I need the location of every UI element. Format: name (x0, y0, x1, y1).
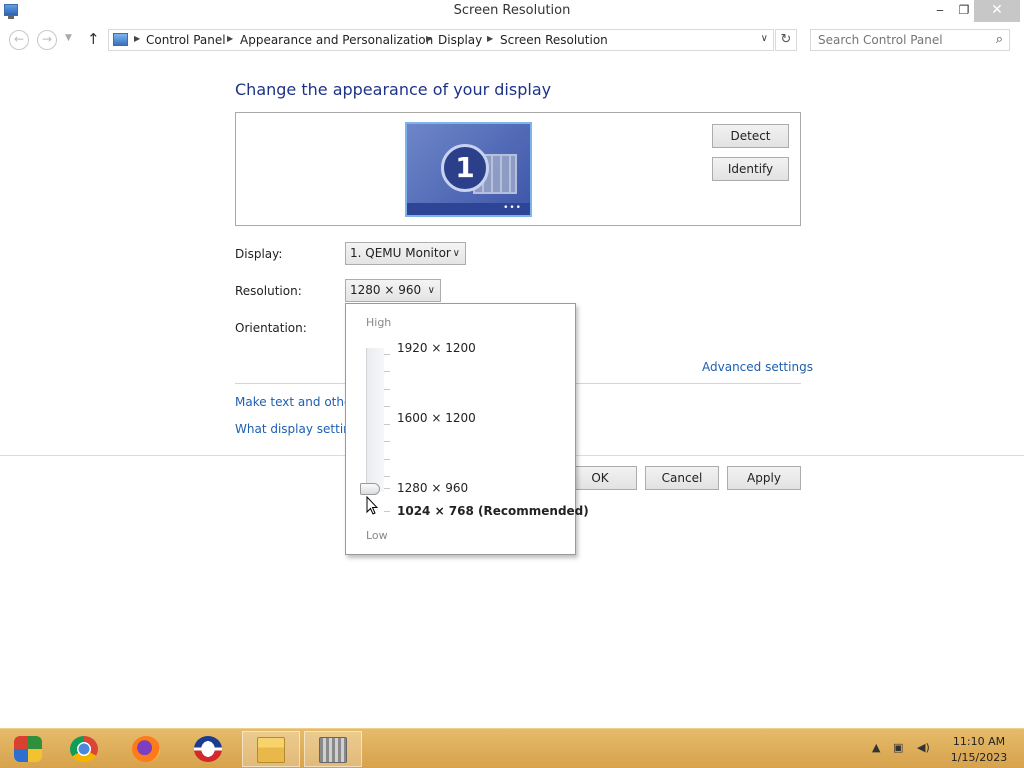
window-title: Screen Resolution (453, 3, 571, 18)
chevron-down-icon: ∨ (452, 248, 460, 259)
slider-tick (384, 354, 390, 355)
resolution-slider-thumb[interactable] (360, 483, 380, 495)
resolution-slider-track[interactable] (366, 348, 384, 492)
forward-button[interactable]: → (37, 30, 57, 50)
mouse-cursor-icon (366, 496, 378, 515)
taskbar-chrome[interactable] (56, 731, 114, 767)
chevron-down-icon: ∨ (427, 285, 435, 296)
clock[interactable]: 11:10 AM 1/15/2023 (944, 734, 1014, 766)
resolution-option[interactable]: 1600 × 1200 (397, 411, 476, 425)
breadcrumb-display[interactable]: Display (438, 33, 482, 47)
detect-button[interactable]: Detect (712, 124, 789, 148)
breadcrumb-screen-resolution[interactable]: Screen Resolution (500, 33, 608, 47)
refresh-button[interactable]: ↻ (775, 29, 797, 51)
display-settings-link[interactable]: What display settin (235, 422, 345, 436)
search-icon[interactable]: ⌕ (996, 32, 1003, 47)
search-box[interactable]: ⌕ (810, 29, 1010, 51)
slider-tick (384, 389, 390, 390)
address-bar[interactable]: ▶ Control Panel ▶ Appearance and Persona… (108, 29, 774, 51)
display-select[interactable]: 1. QEMU Monitor ∨ (345, 242, 466, 265)
taskbar-control-panel[interactable] (304, 731, 362, 767)
breadcrumb-appearance[interactable]: Appearance and Personalization (240, 33, 433, 47)
slider-tick (384, 459, 390, 460)
chevron-right-icon[interactable]: ▶ (227, 34, 233, 43)
recent-locations-icon[interactable]: ▼ (65, 33, 72, 43)
page-title: Change the appearance of your display (235, 80, 552, 99)
search-input[interactable] (811, 30, 981, 50)
cancel-button[interactable]: Cancel (645, 466, 719, 490)
title-bar: Screen Resolution ‒ ❐ ✕ (0, 0, 1024, 22)
slider-tick (384, 406, 390, 407)
slider-tick (384, 371, 390, 372)
resolution-option-recommended[interactable]: 1024 × 768 (Recommended) (397, 504, 589, 518)
low-label: Low (366, 529, 388, 542)
slider-tick (384, 511, 390, 512)
taskbar-media-center[interactable] (0, 731, 58, 767)
close-button[interactable]: ✕ (974, 0, 1020, 22)
show-hidden-icons-icon[interactable]: ▲ (872, 741, 880, 754)
display-select-value: 1. QEMU Monitor (350, 246, 451, 260)
resolution-slider-popup: High 1920 × 1200 1600 × 1200 1280 × 960 … (345, 303, 589, 555)
taskbar-opera[interactable] (180, 731, 238, 767)
back-button[interactable]: ← (9, 30, 29, 50)
media-center-icon (14, 736, 42, 762)
resolution-select-value: 1280 × 960 (350, 283, 422, 297)
navigation-bar: ← → ▼ ↑ ▶ Control Panel ▶ Appearance and… (0, 24, 1024, 56)
clock-date: 1/15/2023 (950, 751, 1008, 764)
slider-tick (384, 441, 390, 442)
control-panel-icon (113, 33, 128, 46)
chevron-down-icon[interactable]: ∨ (761, 33, 768, 44)
opera-icon (194, 736, 222, 762)
resolution-label: Resolution: (235, 284, 302, 298)
volume-icon[interactable]: ◀) (917, 741, 930, 754)
firefox-icon (132, 736, 160, 762)
chevron-right-icon[interactable]: ▶ (487, 34, 493, 43)
file-explorer-icon (257, 737, 285, 763)
identify-button[interactable]: Identify (712, 157, 789, 181)
display-arrangement: 1 ••• Detect Identify (235, 112, 801, 226)
chevron-right-icon[interactable]: ▶ (134, 34, 140, 43)
control-panel-icon (319, 737, 347, 763)
slider-tick (384, 488, 390, 489)
display-label: Display: (235, 247, 283, 261)
taskbar-file-explorer[interactable] (242, 731, 300, 767)
orientation-label: Orientation: (235, 321, 307, 335)
high-label: High (366, 316, 392, 329)
text-size-link[interactable]: Make text and other (235, 395, 345, 409)
slider-tick (384, 424, 390, 425)
network-icon[interactable]: ▣ (893, 741, 903, 754)
monitor-icon[interactable]: 1 ••• (405, 122, 532, 217)
resolution-option[interactable]: 1920 × 1200 (397, 341, 476, 355)
slider-tick (384, 476, 390, 477)
up-button[interactable]: ↑ (87, 30, 100, 48)
breadcrumb-control-panel[interactable]: Control Panel (146, 33, 226, 47)
taskbar-firefox[interactable] (118, 731, 176, 767)
advanced-settings-link[interactable]: Advanced settings (702, 360, 813, 374)
taskbar: ▲ ▣ ◀) 11:10 AM 1/15/2023 (0, 728, 1024, 768)
monitor-number: 1 (441, 144, 489, 192)
monitor-taskbar: ••• (407, 203, 530, 215)
clock-time: 11:10 AM (952, 735, 1006, 748)
apply-button[interactable]: Apply (727, 466, 801, 490)
chevron-right-icon[interactable]: ▶ (426, 34, 432, 43)
chrome-icon (70, 736, 98, 762)
resolution-option[interactable]: 1280 × 960 (397, 481, 468, 495)
resolution-select[interactable]: 1280 × 960 ∨ (345, 279, 441, 302)
